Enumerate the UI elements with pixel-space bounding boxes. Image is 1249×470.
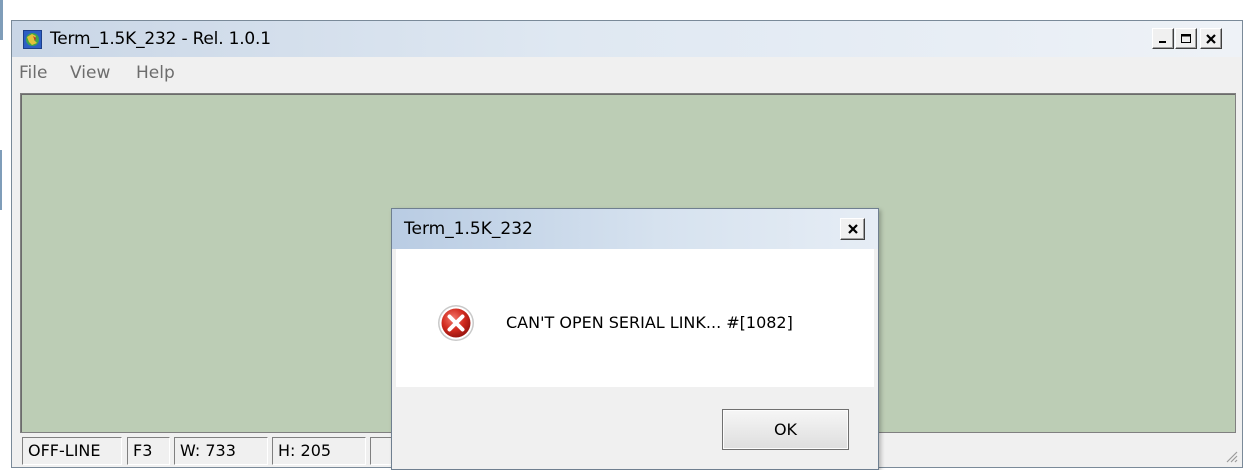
desktop-edge-lower	[0, 150, 2, 210]
menu-file[interactable]: File	[19, 63, 47, 83]
menu-help[interactable]: Help	[136, 63, 175, 83]
app-globe-icon	[23, 30, 42, 49]
close-icon	[1206, 33, 1216, 44]
resize-grip-icon[interactable]	[1224, 449, 1238, 463]
status-connection: OFF-LINE	[22, 437, 122, 465]
minimize-button[interactable]	[1152, 28, 1174, 49]
dialog-close-button[interactable]	[840, 218, 865, 240]
maximize-button[interactable]	[1175, 28, 1197, 49]
menu-view[interactable]: View	[70, 63, 110, 83]
window-title: Term_1.5K_232 - Rel. 1.0.1	[50, 29, 271, 49]
minimize-icon	[1159, 40, 1166, 43]
menu-bar: File View Help	[12, 57, 1242, 89]
dialog-title: Term_1.5K_232	[404, 219, 533, 239]
dialog-body: CAN'T OPEN SERIAL LINK... #[1082]	[396, 249, 874, 387]
maximize-icon	[1181, 33, 1191, 43]
dialog-message: CAN'T OPEN SERIAL LINK... #[1082]	[506, 313, 793, 332]
status-function-key: F3	[127, 437, 170, 465]
ok-button[interactable]: OK	[722, 409, 849, 450]
dialog-title-bar[interactable]: Term_1.5K_232	[392, 209, 878, 249]
close-button[interactable]	[1200, 28, 1222, 49]
title-bar[interactable]: Term_1.5K_232 - Rel. 1.0.1	[12, 21, 1242, 57]
error-icon	[438, 305, 474, 341]
status-width: W: 733	[174, 437, 268, 465]
error-dialog: Term_1.5K_232 CAN'T OPEN SERIAL LINK... …	[391, 208, 879, 470]
status-height: H: 205	[272, 437, 366, 465]
close-icon	[847, 224, 858, 234]
desktop-edge	[0, 0, 3, 40]
